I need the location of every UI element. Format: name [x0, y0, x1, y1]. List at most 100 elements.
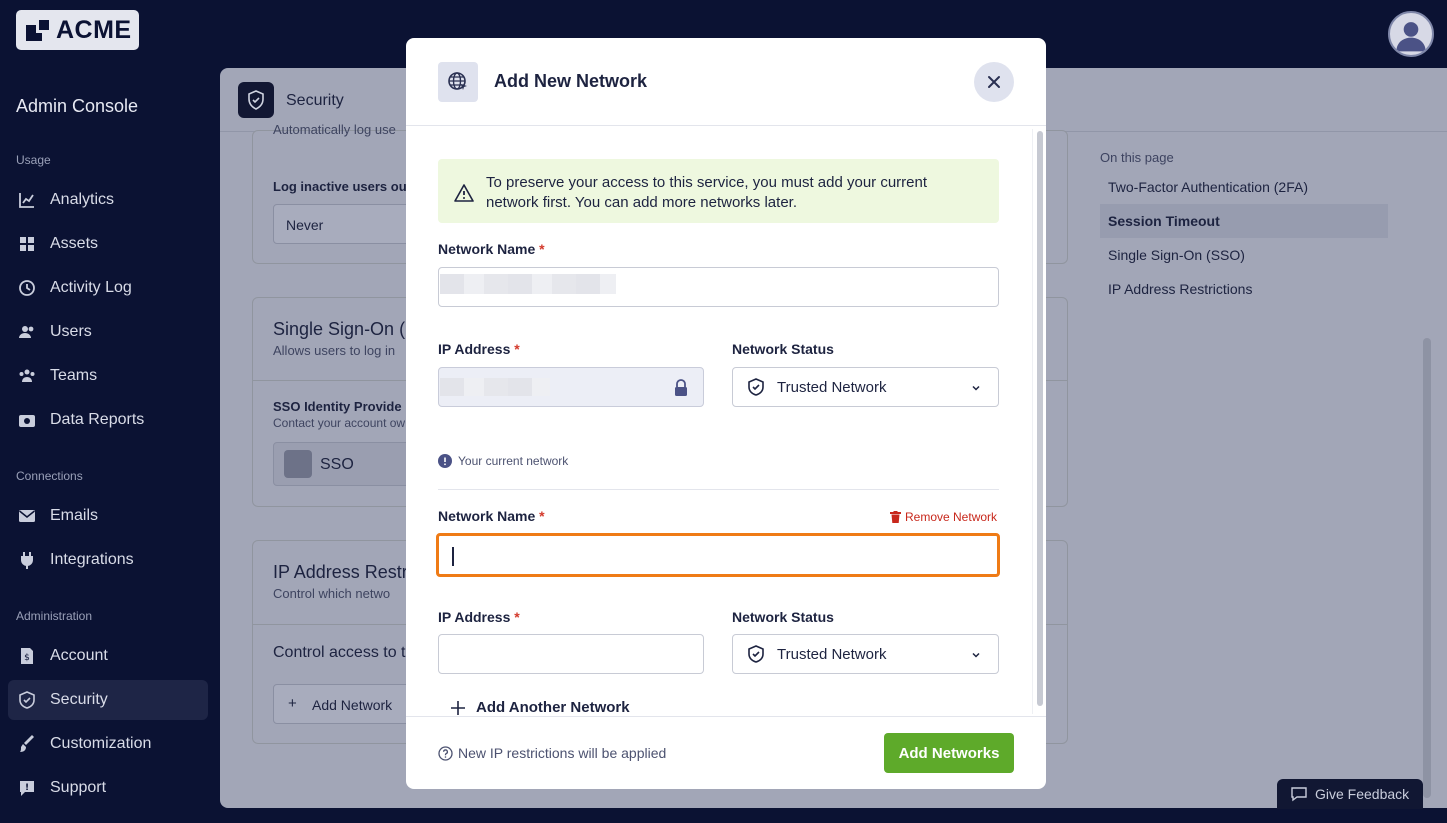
ip-restrictions-body: Control access to t — [273, 644, 406, 661]
sso-description: Allows users to log in — [273, 343, 396, 358]
svg-text:$: $ — [24, 653, 30, 663]
sidebar-item-label: Data Reports — [50, 411, 145, 428]
user-avatar[interactable] — [1388, 11, 1434, 57]
footer-note-text: New IP restrictions will be applied — [458, 745, 667, 761]
grid-icon — [20, 237, 34, 251]
add-network-label: Add Network — [312, 697, 393, 713]
support-chat-icon: ! — [20, 781, 34, 796]
network-2-ip-input[interactable] — [438, 634, 704, 674]
remove-network-button[interactable]: Remove Network — [890, 510, 997, 524]
network-1-status-select[interactable]: Trusted Network — [732, 367, 999, 407]
nav-section-usage: Usage — [16, 153, 51, 167]
feedback-icon — [1291, 787, 1307, 802]
sso-provider-label: SSO Identity Provide — [273, 399, 402, 414]
sso-provider-description: Contact your account ow — [273, 416, 406, 430]
plus-icon — [451, 700, 465, 715]
user-avatar-icon — [1396, 22, 1426, 52]
network-1-name-label: Network Name * — [438, 241, 545, 257]
network-1-status-value: Trusted Network — [777, 378, 887, 396]
current-network-hint-text: Your current network — [458, 454, 569, 468]
toc-item-session-timeout[interactable]: Session Timeout — [1100, 204, 1388, 238]
network-2-ip-field[interactable] — [439, 635, 703, 673]
sidebar-item-label: Support — [50, 779, 107, 796]
add-another-network-button[interactable]: Add Another Network — [450, 699, 630, 716]
footer-note: New IP restrictions will be applied — [438, 745, 666, 761]
plug-icon — [21, 552, 33, 569]
nav-section-administration: Administration — [16, 609, 93, 623]
plus-icon: + — [288, 695, 297, 712]
modal-footer: New IP restrictions will be applied Add … — [406, 716, 1046, 789]
sidebar-item-label: Users — [50, 323, 92, 340]
shield-icon — [19, 691, 35, 709]
sidebar-item-support[interactable]: ! Support — [8, 768, 208, 808]
modal-scrollbar-thumb[interactable] — [1036, 131, 1043, 706]
modal-body: To preserve your access to this service,… — [406, 127, 1046, 716]
network-divider — [438, 489, 999, 490]
sidebar-item-account[interactable]: $ Account — [8, 636, 208, 676]
add-another-network-label: Add Another Network — [476, 699, 630, 716]
sidebar-item-emails[interactable]: Emails — [8, 496, 208, 536]
sso-chip-icon — [284, 450, 312, 478]
chevron-down-icon — [972, 385, 980, 391]
sidebar-item-label: Activity Log — [50, 279, 132, 296]
console-title: Admin Console — [16, 96, 139, 116]
svg-text:!: ! — [25, 783, 29, 793]
ip-restrictions-description: Control which netwo — [273, 586, 391, 601]
sidebar-item-integrations[interactable]: Integrations — [8, 540, 208, 580]
add-network-modal: Add New Network To preserve your access … — [406, 38, 1046, 789]
sidebar-item-data-reports[interactable]: Data Reports — [8, 400, 208, 440]
sso-provider-value: SSO — [320, 456, 354, 473]
sidebar-item-customization[interactable]: Customization — [8, 724, 208, 764]
security-shield-icon — [238, 82, 274, 118]
close-button[interactable] — [974, 62, 1014, 102]
sidebar-item-label: Teams — [50, 367, 98, 384]
network-2-name-input[interactable] — [436, 533, 1000, 577]
give-feedback-label: Give Feedback — [1315, 786, 1410, 802]
remove-network-label: Remove Network — [905, 510, 998, 524]
add-networks-button[interactable]: Add Networks — [884, 733, 1014, 773]
users-icon — [19, 326, 34, 338]
network-2-status-label: Network Status — [732, 609, 834, 625]
sidebar-item-activity-log[interactable]: Activity Log — [8, 268, 208, 308]
network-2-status-value: Trusted Network — [777, 645, 887, 663]
sidebar-item-users[interactable]: Users — [8, 312, 208, 352]
sidebar-item-label: Analytics — [50, 191, 115, 208]
account-file-icon: $ — [21, 648, 33, 664]
page-title: Security — [286, 92, 344, 109]
nav-section-connections: Connections — [16, 469, 83, 483]
toc-item-sso[interactable]: Single Sign-On (SSO) — [1100, 238, 1388, 272]
paint-brush-icon — [20, 735, 34, 752]
network-2-status-select[interactable]: Trusted Network — [732, 634, 999, 674]
sidebar-item-label: Assets — [50, 235, 99, 252]
current-network-hint: Your current network — [438, 454, 568, 468]
redacted-ip-address — [440, 378, 550, 396]
alert-text: To preserve your access to this service,… — [486, 174, 928, 211]
page-scrollbar[interactable] — [1423, 338, 1431, 798]
modal-title: Add New Network — [494, 71, 648, 91]
acme-logo[interactable]: ACME — [16, 10, 139, 50]
network-1-ip-label: IP Address * — [438, 341, 520, 357]
close-icon — [988, 76, 1000, 88]
modal-scrollbar[interactable] — [1032, 129, 1046, 714]
network-1-status-label: Network Status — [732, 341, 834, 357]
sso-title: Single Sign-On ( — [273, 319, 406, 339]
info-icon — [438, 454, 452, 468]
give-feedback-button[interactable]: Give Feedback — [1277, 779, 1423, 809]
shield-check-icon — [748, 378, 764, 396]
sidebar-item-label: Emails — [50, 507, 99, 524]
sidebar-item-security[interactable]: Security — [8, 680, 208, 720]
session-timeout-label: Log inactive users ou — [273, 179, 407, 194]
session-timeout-value: Never — [286, 217, 324, 233]
history-icon — [19, 280, 35, 296]
globe-icon — [438, 62, 478, 102]
camera-report-icon — [19, 415, 35, 427]
sidebar-item-analytics[interactable]: Analytics — [8, 180, 208, 220]
network-2-name-field[interactable] — [439, 536, 997, 574]
access-alert: To preserve your access to this service,… — [438, 159, 999, 223]
toc-item-2fa[interactable]: Two-Factor Authentication (2FA) — [1100, 170, 1388, 204]
toc-title: On this page — [1100, 150, 1174, 165]
sidebar-item-assets[interactable]: Assets — [8, 224, 208, 264]
sidebar-item-teams[interactable]: Teams — [8, 356, 208, 396]
toc-item-ip-restrictions[interactable]: IP Address Restrictions — [1100, 272, 1388, 306]
modal-header: Add New Network — [406, 38, 1046, 126]
